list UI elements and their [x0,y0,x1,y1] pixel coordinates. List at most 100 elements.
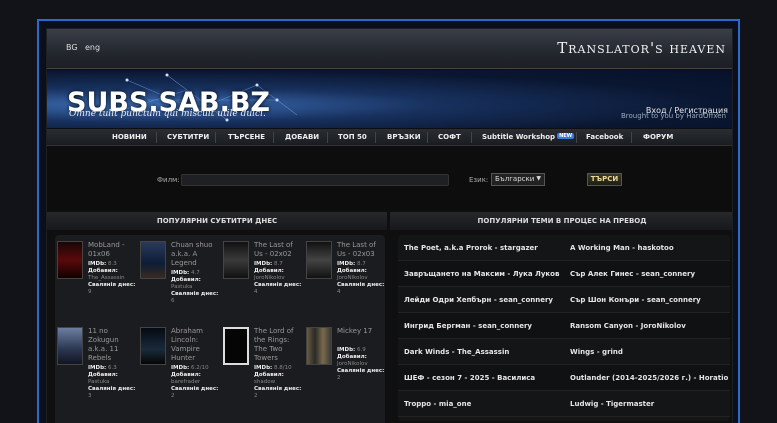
uploader[interactable]: JoroNikolov [254,275,285,281]
sub-card[interactable]: The Lord of the Rings: The Two Towers IM… [221,321,303,405]
nav-facebook[interactable]: Facebook [586,133,623,141]
poster-image[interactable] [223,327,249,365]
topic-link[interactable]: Dark Winds - The_Assassin [404,348,564,356]
sub-meta: IMDb: 8.3 Добавил: The_Assassin Свалянiя … [88,261,137,296]
film-search-input[interactable] [181,174,449,186]
download-count: 3 [88,393,92,399]
nav-separator [631,132,632,143]
popular-topics-panel: The Poet, a.k.a Prorok - stargazer A Wor… [398,235,730,421]
imdb-label: IMDb: [254,261,273,267]
nav-news[interactable]: НОВИНИ [112,133,147,141]
download-count: 4 [337,289,341,295]
topic-link[interactable]: Завръщането на Максим - Лука Луков [404,270,564,278]
sub-title[interactable]: The Last of Us - 02x02 [254,241,302,259]
download-count: 2 [171,393,175,399]
downloads-label: Свалянiя днес: [171,386,219,392]
imdb-label: IMDb: [88,365,107,371]
sub-meta: IMDb: 8.7 Добавил: JoroNikolov Свалянiя д… [337,261,386,296]
topic-link[interactable]: Ингрид Бергман - sean_connery [404,322,564,330]
new-badge: NEW [557,133,575,139]
poster-image[interactable] [140,327,166,365]
sub-card[interactable]: MobLand - 01x06 IMDb: 8.3 Добавил: The_As… [55,235,137,319]
sub-card[interactable]: Chuan shuo a.k.a. A Legend IMDb: 4.7 Доб… [138,235,220,319]
sub-title[interactable]: MobLand - 01x06 [88,241,136,259]
imdb-label: IMDb: [171,270,190,276]
imdb-label: IMDb: [254,365,273,371]
sub-card[interactable]: 11 no Zokugun a.k.a. 11 Rebels IMDb: 6.3… [55,321,137,405]
nav-subtitle-workshop[interactable]: Subtitle Workshop NEW [482,133,575,141]
topic-link[interactable]: Wings - grind [570,348,730,356]
topic-link[interactable]: The Poet, a.k.a Prorok - stargazer [404,244,564,252]
sub-title[interactable]: The Last of Us - 02x03 [337,241,385,259]
topic-link[interactable]: A Working Man - haskotoo [570,244,730,252]
nav-subtitles[interactable]: СУБТИТРИ [167,133,209,141]
nav-separator [327,132,328,143]
imdb-score: 4.7 [190,270,200,276]
nav-software[interactable]: СОФТ [438,133,461,141]
sub-card[interactable]: The Last of Us - 02x02 IMDb: 8.7 Добавил… [221,235,303,319]
nav-top50[interactable]: ТОП 50 [338,133,367,141]
sub-meta: IMDb: 6.3 Добавил: Pastuka Свалянiя днес:… [88,365,137,400]
main-nav: НОВИНИ СУБТИТРИ ТЪРСЕНЕ ДОБАВИ ТОП 50 ВР… [47,129,732,146]
film-label: Филм: [157,176,180,184]
lang-en-link[interactable]: eng [85,43,100,52]
uploader[interactable]: barefrader [171,379,200,385]
poster-image[interactable] [306,241,332,279]
poster-image[interactable] [223,241,249,279]
topic-link[interactable]: Ransom Canyon - JoroNikolov [570,322,730,330]
topic-link[interactable]: Сър Алек Гинес - sean_connery [570,270,730,278]
language-label: Език: [469,176,489,184]
topic-row: ШЕФ - сезон 7 - 2025 - Василиса Outlande… [398,365,730,391]
uploader[interactable]: The_Assassin [88,275,125,281]
topic-row: Troppo - mia_one Ludwig - Tigermaster [398,391,730,417]
poster-image[interactable] [57,327,83,365]
nav-add[interactable]: ДОБАВИ [285,133,319,141]
downloads-label: Свалянiя днес: [254,282,302,288]
uploader[interactable]: Pastuka [171,284,192,290]
sub-title[interactable]: Mickey 17 [337,327,385,336]
sub-card[interactable]: Abraham Lincoln: Vampire Hunter IMDb: 6.… [138,321,220,405]
sub-title[interactable]: Abraham Lincoln: Vampire Hunter [171,327,219,363]
language-select[interactable]: Български ▼ [491,173,545,186]
nav-links[interactable]: ВРЪЗКИ [387,133,421,141]
uploader[interactable]: JoroNikolov [337,275,368,281]
topic-row: Dark Winds - The_Assassin Wings - grind [398,339,730,365]
sub-card[interactable]: The Last of Us - 02x03 IMDb: 8.7 Добавил… [304,235,386,319]
search-button[interactable]: ТЪРСИ [587,173,622,186]
topic-link[interactable]: Outlander (2014-2025/2026 г.) - Horatio [570,374,730,382]
sub-title[interactable]: 11 no Zokugun a.k.a. 11 Rebels [88,327,136,363]
topic-link[interactable]: ШЕФ - сезон 7 - 2025 - Василиса [404,374,564,382]
topic-row: The Poet, a.k.a Prorok - stargazer A Wor… [398,235,730,261]
download-count: 9 [88,289,92,295]
download-count: 2 [337,375,341,381]
imdb-score: 6.2/10 [190,365,209,371]
uploader[interactable]: Pastuka [88,379,109,385]
sub-card[interactable]: Mickey 17 IMDb: 6.9 Добавил: JoroNikolov … [304,321,386,405]
sub-title[interactable]: The Lord of the Rings: The Two Towers [254,327,302,363]
page-container: BG eng Translator's heaven SUBS.SAB.BZ В… [46,28,733,423]
sub-meta: IMDb: 6.9 Добавил: JoroNikolov Свалянiя д… [337,347,386,382]
page-frame: BG eng Translator's heaven SUBS.SAB.BZ В… [37,19,740,423]
lang-bg-link[interactable]: BG [66,43,78,52]
topic-link[interactable]: Troppo - mia_one [404,400,564,408]
topic-link[interactable]: Сър Шон Конъри - sean_connery [570,296,730,304]
sub-title[interactable]: Chuan shuo a.k.a. A Legend [171,241,219,268]
uploader[interactable]: shadow [254,379,275,385]
imdb-label: IMDb: [337,261,356,267]
poster-image[interactable] [57,241,83,279]
imdb-label: IMDb: [337,347,356,353]
topic-link[interactable]: Ludwig - Tigermaster [570,400,730,408]
popular-topics-heading: ПОПУЛЯРНИ ТЕМИ В ПРОЦЕС НА ПРЕВОД [390,212,732,230]
nav-forum[interactable]: ФОРУМ [643,133,673,141]
nav-search[interactable]: ТЪРСЕНЕ [228,133,265,141]
imdb-label: IMDb: [171,365,190,371]
uploader[interactable]: JoroNikolov [337,361,368,367]
nav-separator [576,132,577,143]
topic-link[interactable]: Лейди Одри Хепбърн - sean_connery [404,296,564,304]
added-label: Добавил: [171,372,201,378]
poster-image[interactable] [306,327,332,365]
poster-image[interactable] [140,241,166,279]
topic-row: Завръщането на Максим - Лука Луков Сър А… [398,261,730,287]
added-label: Добавил: [171,277,201,283]
chevron-down-icon: ▼ [536,175,541,182]
